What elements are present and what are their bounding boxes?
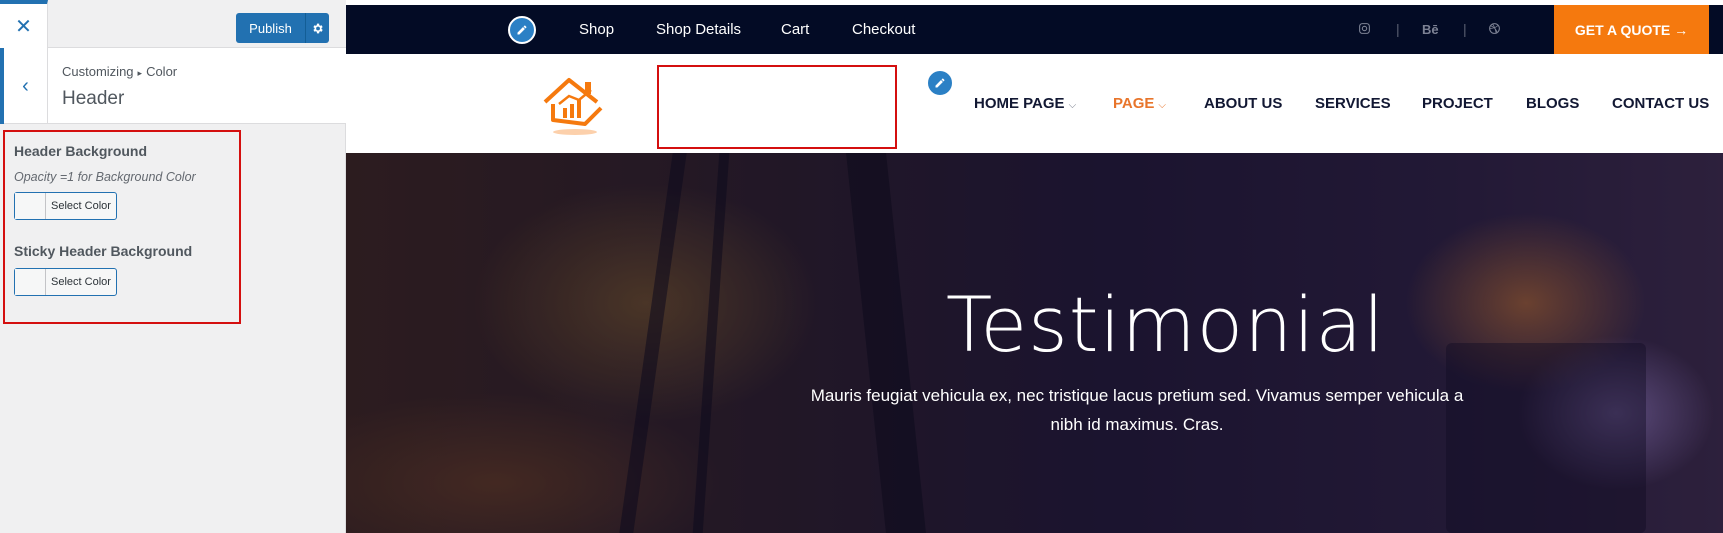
hero-banner: Testimonial Mauris feugiat vehicula ex, …: [346, 153, 1723, 533]
hero-description: Mauris feugiat vehicula ex, nec tristiqu…: [810, 386, 1464, 434]
nav-services[interactable]: SERVICES: [1315, 95, 1391, 112]
hero-title: Testimonial: [945, 280, 1386, 369]
nav-home-page[interactable]: HOME PAGE ⌵: [974, 95, 1076, 112]
nav-contact-us[interactable]: CONTACT US: [1612, 95, 1709, 112]
nav-blogs[interactable]: BLOGS: [1526, 95, 1579, 112]
breadcrumb-current: Color: [146, 64, 178, 79]
site-logo[interactable]: [539, 68, 609, 138]
section-header: ‹ Customizing ▸ Color Header: [0, 48, 346, 124]
header-background-description: Opacity =1 for Background Color: [14, 170, 196, 184]
section-title: Header: [62, 88, 125, 109]
edit-shortcut-button[interactable]: [508, 16, 536, 44]
publish-settings-button[interactable]: [305, 13, 329, 43]
nav-about-us[interactable]: ABOUT US: [1204, 95, 1282, 112]
select-color-label: Select Color: [51, 276, 111, 288]
sticky-header-background-color-picker[interactable]: Select Color: [14, 268, 117, 296]
social-divider: |: [1396, 21, 1400, 37]
sticky-header-background-label: Sticky Header Background: [14, 243, 193, 259]
top-bar: Shop Shop Details Cart Checkout | Bē | G…: [346, 5, 1723, 54]
main-navigation: HOME PAGE ⌵ PAGE ⌵ ABOUT US SERVICES PROJE…: [346, 54, 1723, 153]
top-link-cart[interactable]: Cart: [781, 21, 809, 38]
edit-shortcut-button[interactable]: [926, 69, 954, 97]
instagram-icon[interactable]: [1358, 22, 1371, 38]
header-background-color-picker[interactable]: Select Color: [14, 192, 117, 220]
dribbble-icon[interactable]: [1488, 22, 1501, 38]
color-swatch: [15, 269, 46, 295]
pencil-icon: [517, 25, 527, 35]
behance-icon[interactable]: Bē: [1422, 22, 1439, 37]
close-icon: ✕: [15, 15, 32, 38]
top-link-checkout[interactable]: Checkout: [852, 21, 915, 38]
breadcrumb-arrow-icon: ▸: [137, 68, 143, 78]
nav-label: PAGE: [1113, 95, 1155, 112]
breadcrumb: Customizing ▸ Color: [62, 64, 177, 79]
chevron-down-icon: ⌵: [1068, 100, 1077, 111]
select-color-label: Select Color: [51, 200, 111, 212]
nav-page[interactable]: PAGE ⌵: [1113, 95, 1166, 112]
nav-project[interactable]: PROJECT: [1422, 95, 1493, 112]
customizer-header: ✕ Publish: [0, 0, 346, 48]
color-swatch: [15, 193, 46, 219]
site-preview: Shop Shop Details Cart Checkout | Bē | G…: [346, 0, 1723, 533]
publish-group: Publish: [236, 13, 329, 43]
top-link-shop[interactable]: Shop: [579, 21, 614, 38]
close-customizer-button[interactable]: ✕: [0, 0, 48, 48]
customizer-sidebar: ✕ Publish ‹ Customizing ▸ Color Header Hea…: [0, 0, 346, 533]
breadcrumb-root: Customizing: [62, 64, 134, 79]
back-button[interactable]: ‹: [0, 48, 48, 124]
publish-button[interactable]: Publish: [236, 13, 305, 43]
nav-label: HOME PAGE: [974, 95, 1065, 112]
gear-icon: [313, 23, 323, 33]
color-controls-highlight: Header Background Opacity =1 for Backgro…: [3, 130, 241, 324]
top-link-shop-details[interactable]: Shop Details: [656, 21, 741, 38]
logo-area-highlight: [657, 65, 897, 149]
chevron-down-icon: ⌵: [1158, 100, 1166, 111]
social-divider: |: [1463, 21, 1467, 37]
header-background-label: Header Background: [14, 143, 148, 159]
pencil-icon: [935, 78, 945, 88]
get-a-quote-button[interactable]: GET A QUOTE →: [1554, 5, 1709, 54]
chevron-left-icon: ‹: [22, 74, 29, 97]
